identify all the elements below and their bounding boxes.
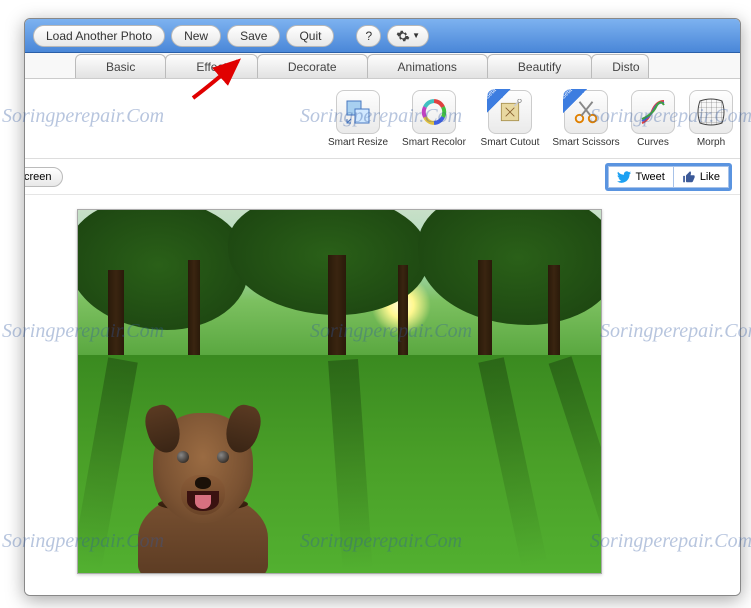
settings-button[interactable]: ▼ <box>387 25 429 47</box>
smart-cutout-icon <box>488 90 532 134</box>
smart-recolor-icon <box>412 90 456 134</box>
tool-label: Morph <box>697 137 725 148</box>
tool-label: Curves <box>637 137 669 148</box>
beta-badge <box>487 89 511 113</box>
tool-label: Smart Scissors <box>552 137 619 148</box>
tab-animations[interactable]: Animations <box>367 54 488 78</box>
tab-decorate[interactable]: Decorate <box>257 54 368 78</box>
gear-icon <box>396 29 410 43</box>
tool-smart-recolor[interactable]: Smart Recolor <box>400 90 468 148</box>
photo-subject-dog <box>118 383 288 574</box>
save-button[interactable]: Save <box>227 25 280 47</box>
scene-foliage <box>77 209 248 330</box>
tab-effect[interactable]: Effect <box>165 54 257 78</box>
tab-distort[interactable]: Disto <box>591 54 648 78</box>
tool-morph[interactable]: Morph <box>686 90 736 148</box>
photo-canvas[interactable] <box>77 209 602 574</box>
tool-label: Smart Resize <box>328 137 388 148</box>
main-toolbar: Load Another Photo New Save Quit ? ▼ <box>25 19 740 53</box>
morph-icon <box>689 90 733 134</box>
help-button[interactable]: ? <box>356 25 381 47</box>
screen-button[interactable]: creen <box>24 167 63 187</box>
smart-scissors-icon <box>564 90 608 134</box>
new-button[interactable]: New <box>171 25 221 47</box>
smart-resize-icon <box>336 90 380 134</box>
tool-strip: Smart Resize Smart Recolor Smart Cutout … <box>25 79 740 159</box>
tweet-button[interactable]: Tweet <box>608 166 672 188</box>
social-buttons: Tweet Like <box>605 163 732 191</box>
tab-basic[interactable]: Basic <box>75 54 166 78</box>
app-window: Load Another Photo New Save Quit ? ▼ Bas… <box>24 18 741 596</box>
quit-button[interactable]: Quit <box>286 25 334 47</box>
tool-label: Smart Cutout <box>481 137 540 148</box>
canvas-area <box>25 197 740 595</box>
twitter-icon <box>617 171 631 183</box>
curves-icon <box>631 90 675 134</box>
beta-badge <box>563 89 587 113</box>
tab-beautify[interactable]: Beautify <box>487 54 592 78</box>
like-icon <box>682 170 696 184</box>
tweet-label: Tweet <box>635 171 664 183</box>
load-photo-button[interactable]: Load Another Photo <box>33 25 165 47</box>
tool-smart-scissors[interactable]: Smart Scissors <box>552 90 620 148</box>
like-label: Like <box>700 171 720 183</box>
like-button[interactable]: Like <box>673 166 729 188</box>
category-tabs: Basic Effect Decorate Animations Beautif… <box>25 53 740 79</box>
tool-smart-resize[interactable]: Smart Resize <box>324 90 392 148</box>
tool-label: Smart Recolor <box>402 137 466 148</box>
dropdown-icon: ▼ <box>412 31 420 40</box>
tool-smart-cutout[interactable]: Smart Cutout <box>476 90 544 148</box>
sub-toolbar: creen Tweet Like <box>25 159 740 195</box>
tool-curves[interactable]: Curves <box>628 90 678 148</box>
